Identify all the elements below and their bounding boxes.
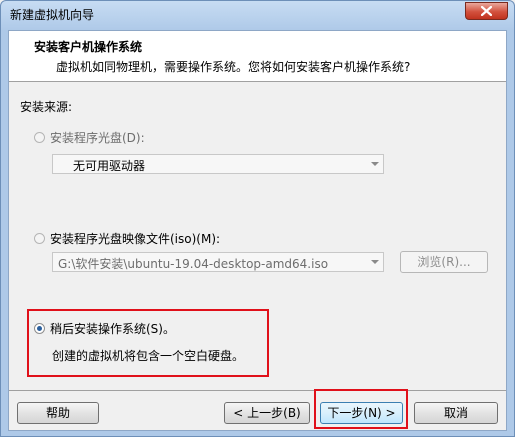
footer-separator (9, 390, 506, 391)
radio-install-later[interactable]: 稍后安装操作系统(S)。 (34, 320, 175, 337)
install-later-description: 创建的虚拟机将包含一个空白硬盘。 (52, 349, 245, 363)
back-button[interactable]: < 上一步(B) (224, 402, 310, 424)
chevron-down-icon (371, 260, 379, 264)
radio-install-later-indicator[interactable] (34, 323, 45, 334)
window-title: 新建虚拟机向导 (10, 8, 95, 22)
wizard-body: 安装客户机操作系统 虚拟机如同物理机，需要操作系统。您将如何安装客户机操作系统?… (8, 30, 507, 431)
help-button[interactable]: 帮助 (17, 402, 99, 424)
radio-install-disc[interactable]: 安装程序光盘(D): (34, 129, 145, 146)
drive-select-value: 无可用驱动器 (73, 159, 146, 173)
radio-install-iso-label: 安装程序光盘映像文件(iso)(M): (50, 232, 221, 246)
wizard-header: 安装客户机操作系统 虚拟机如同物理机，需要操作系统。您将如何安装客户机操作系统? (9, 31, 506, 82)
page-title: 安装客户机操作系统 (34, 40, 143, 54)
radio-install-disc-indicator[interactable] (34, 132, 45, 143)
title-bar[interactable]: 新建虚拟机向导 (1, 1, 514, 29)
radio-install-iso[interactable]: 安装程序光盘映像文件(iso)(M): (34, 230, 220, 247)
install-source-label: 安装来源: (20, 100, 73, 114)
close-button[interactable] (465, 2, 508, 20)
drive-select[interactable]: 无可用驱动器 (52, 154, 384, 174)
chevron-down-icon (371, 162, 379, 166)
browse-button[interactable]: 浏览(R)... (400, 251, 488, 273)
iso-path-value: G:\软件安装\ubuntu-19.04-desktop-amd64.iso (58, 257, 329, 271)
wizard-window: 新建虚拟机向导 安装客户机操作系统 虚拟机如同物理机，需要操作系统。您将如何安装… (0, 0, 515, 437)
radio-install-later-label: 稍后安装操作系统(S)。 (50, 322, 175, 336)
radio-install-iso-indicator[interactable] (34, 233, 45, 244)
radio-install-disc-label: 安装程序光盘(D): (50, 131, 145, 145)
iso-path-select[interactable]: G:\软件安装\ubuntu-19.04-desktop-amd64.iso (52, 252, 384, 272)
page-description: 虚拟机如同物理机，需要操作系统。您将如何安装客户机操作系统? (56, 60, 411, 74)
next-button[interactable]: 下一步(N) > (320, 402, 403, 424)
cancel-button[interactable]: 取消 (414, 402, 498, 424)
